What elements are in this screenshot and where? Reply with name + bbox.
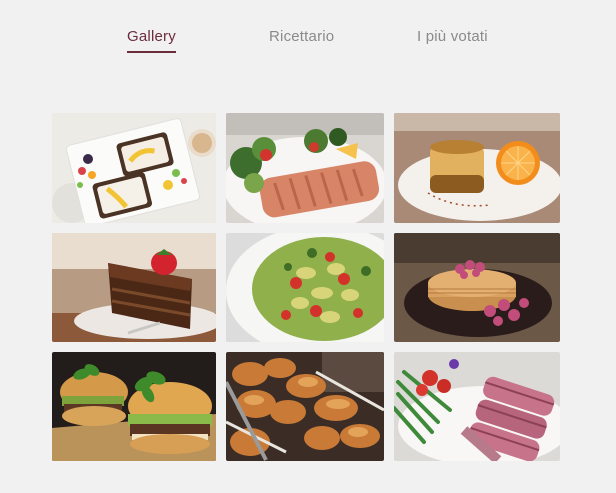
sandwiches-image — [52, 113, 216, 223]
gallery-photo-pancakes[interactable] — [394, 233, 560, 342]
chocolate-cake-image — [52, 233, 216, 342]
gallery-photo-steak[interactable] — [394, 352, 560, 461]
salmon-image — [226, 113, 384, 223]
fried-chicken-image — [226, 352, 384, 461]
pudding-image — [394, 113, 560, 223]
gallery-photo-fried-chicken[interactable] — [226, 352, 384, 461]
steak-image — [394, 352, 560, 461]
pasta-salad-image — [226, 233, 384, 342]
gallery-photo-chocolate-cake[interactable] — [52, 233, 216, 342]
gallery-photo-sandwiches[interactable] — [52, 113, 216, 223]
pancakes-image — [394, 233, 560, 342]
burgers-image — [52, 352, 216, 461]
photo-gallery — [52, 113, 560, 461]
gallery-photo-pudding[interactable] — [394, 113, 560, 223]
tab-i-piu-votati[interactable]: I più votati — [417, 28, 488, 56]
tab-ricettario[interactable]: Ricettario — [269, 28, 334, 56]
tab-gallery[interactable]: Gallery — [127, 28, 176, 56]
gallery-photo-burgers[interactable] — [52, 352, 216, 461]
gallery-photo-salmon[interactable] — [226, 113, 384, 223]
top-navigation: Gallery Ricettario I più votati — [0, 28, 616, 58]
gallery-photo-pasta-salad[interactable] — [226, 233, 384, 342]
